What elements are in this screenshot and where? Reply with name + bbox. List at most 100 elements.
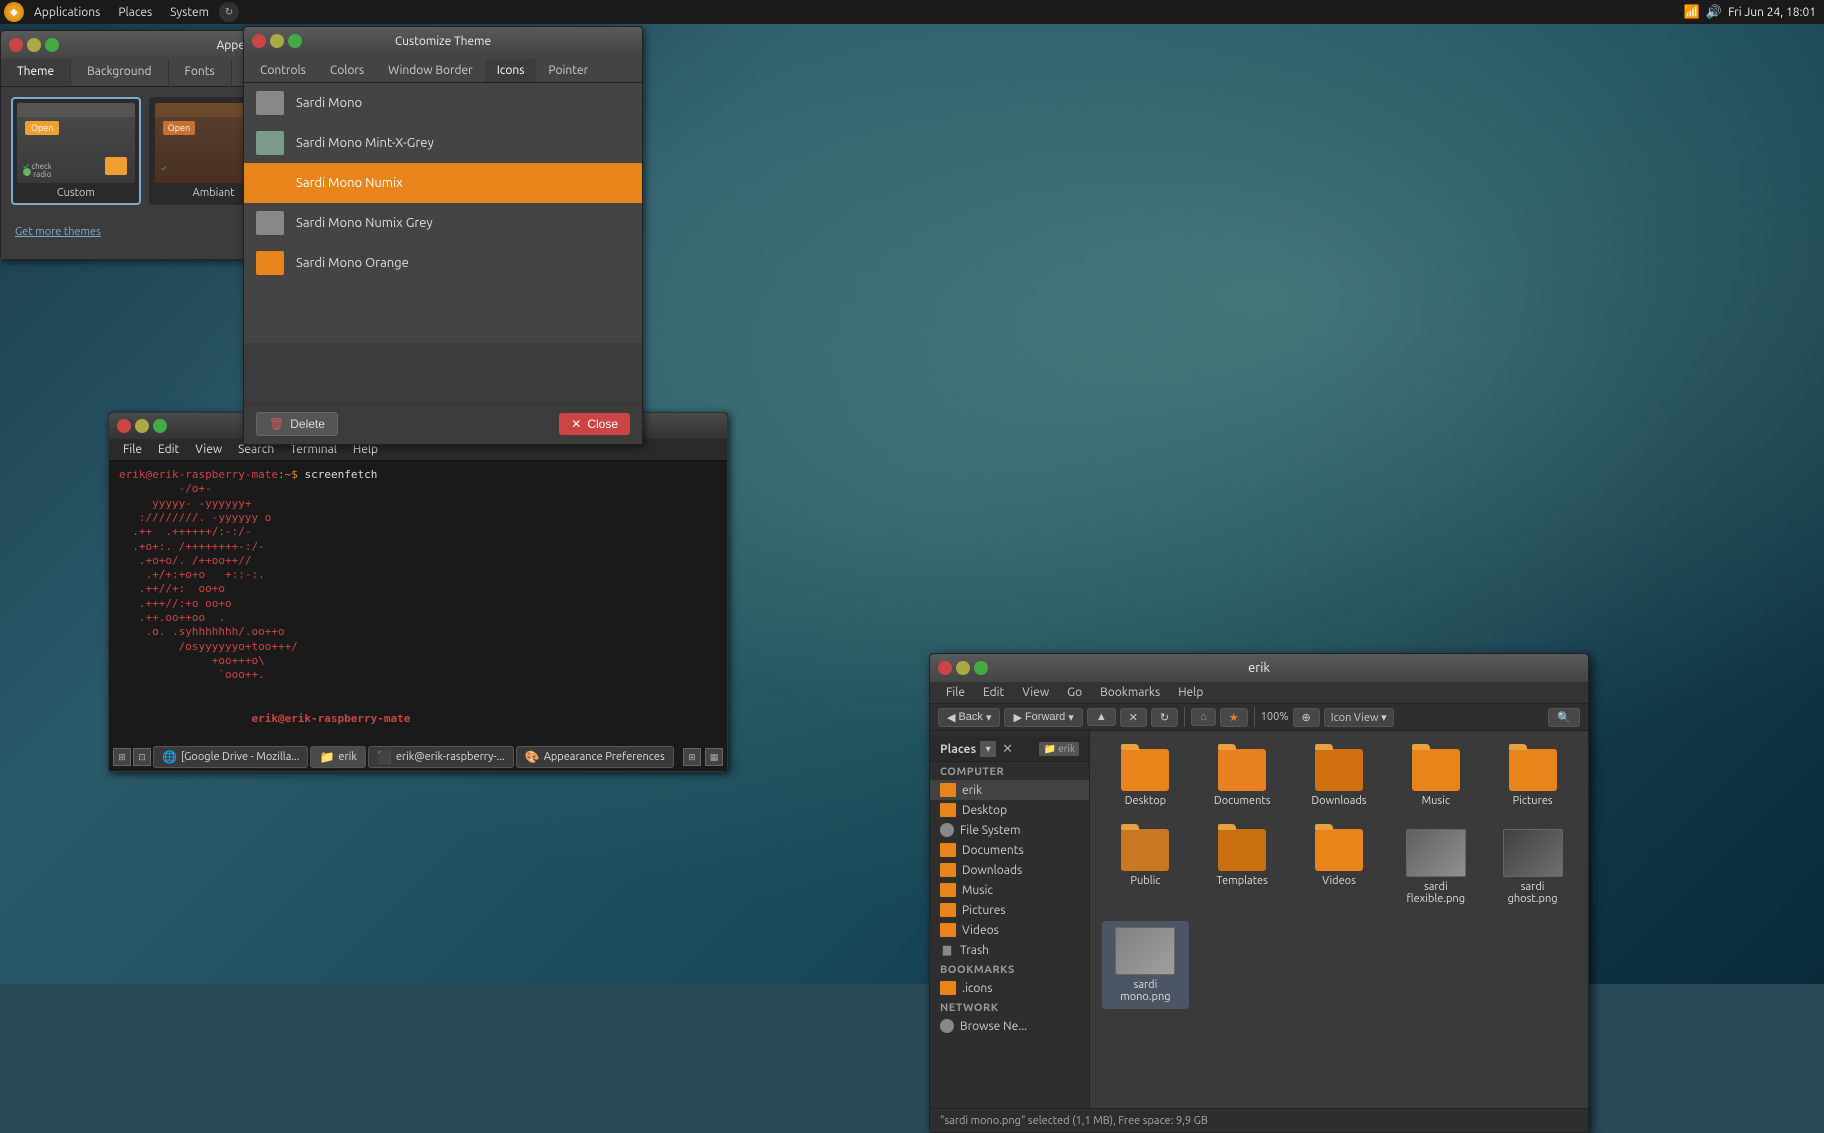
fm-stop-btn[interactable]: ✕ xyxy=(1120,708,1147,727)
panel-applications[interactable]: Applications xyxy=(26,4,108,21)
icon-theme-item-sardi-mono-numix-grey[interactable]: Sardi Mono Numix Grey xyxy=(244,203,642,243)
taskbar-btn-appearance[interactable]: 🎨 Appearance Preferences xyxy=(516,746,674,768)
terminal-menu-file[interactable]: File xyxy=(117,441,148,458)
fm-window-controls xyxy=(938,661,988,675)
delete-theme-button[interactable]: 🗑 Delete xyxy=(256,412,338,436)
fm-sidebar-item-videos[interactable]: Videos xyxy=(930,920,1089,940)
fm-file-item-documents[interactable]: Documents xyxy=(1199,743,1286,813)
fm-menu-bookmarks[interactable]: Bookmarks xyxy=(1092,684,1168,701)
fm-file-item-sardi-ghost[interactable]: sardi ghost.png xyxy=(1489,823,1576,911)
fm-sidebar-item-trash[interactable]: Trash xyxy=(930,940,1089,960)
layout-icon-2[interactable]: ⊡ xyxy=(133,748,151,766)
fm-places-control: Places ▾ ✕ 📁 erik xyxy=(930,737,1089,762)
customize-max-btn[interactable] xyxy=(288,34,302,48)
tab-theme[interactable]: Theme xyxy=(1,59,71,86)
fm-menu-go[interactable]: Go xyxy=(1059,684,1090,701)
fm-home-btn[interactable]: ⌂ xyxy=(1191,708,1216,726)
customize-tab-controls[interactable]: Controls xyxy=(248,59,318,82)
fm-sidebar-item-desktop[interactable]: Desktop xyxy=(930,800,1089,820)
layout-icon-3[interactable]: ⊞ xyxy=(683,748,701,766)
fm-sidebar-item-downloads[interactable]: Downloads xyxy=(930,860,1089,880)
fm-search-btn[interactable]: 🔍 xyxy=(1548,708,1580,727)
fm-sidebar-item-filesystem[interactable]: File System xyxy=(930,820,1089,840)
fm-bookmark-btn[interactable]: ★ xyxy=(1220,708,1248,727)
icon-theme-label-sardi-mono: Sardi Mono xyxy=(296,96,362,110)
terminal-min-btn[interactable] xyxy=(135,419,149,433)
terminal-close-btn[interactable] xyxy=(117,419,131,433)
fm-forward-btn[interactable]: ▶ Forward ▾ xyxy=(1004,708,1082,727)
fm-statusbar: "sardi mono.png" selected (1,1 MB), Free… xyxy=(930,1108,1588,1132)
appearance-min-btn[interactable] xyxy=(27,38,41,52)
taskbar-btn-firefox[interactable]: 🌐 [Google Drive - Mozilla... xyxy=(153,746,308,768)
terminal-menu-view[interactable]: View xyxy=(189,441,228,458)
fm-sidebar-item-music[interactable]: Music xyxy=(930,880,1089,900)
fm-sidebar-item-network[interactable]: Browse Ne... xyxy=(930,1016,1089,1036)
icon-theme-list[interactable]: Sardi Mono Sardi Mono Mint-X-Grey Sardi … xyxy=(244,83,642,343)
fm-file-item-music[interactable]: Music xyxy=(1392,743,1479,813)
fm-sidebar-item-icons[interactable]: .icons xyxy=(930,978,1089,998)
appearance-max-btn[interactable] xyxy=(45,38,59,52)
customize-tab-colors[interactable]: Colors xyxy=(318,59,376,82)
folder-taskbar-icon: 📁 xyxy=(319,750,334,764)
customize-close-button[interactable]: ✕ Close xyxy=(559,413,630,435)
icon-theme-item-sardi-mono-numix[interactable]: Sardi Mono Numix xyxy=(244,163,642,203)
icon-theme-item-sardi-mono-orange[interactable]: Sardi Mono Orange xyxy=(244,243,642,283)
fm-sidebar-folder-icon-erik xyxy=(940,783,956,797)
panel-spinner-icon: ↻ xyxy=(219,2,239,22)
fm-zoom-btn[interactable]: ⊕ xyxy=(1293,708,1320,727)
fm-file-item-pictures[interactable]: Pictures xyxy=(1489,743,1576,813)
terminal-menu-edit[interactable]: Edit xyxy=(152,441,185,458)
fm-sidebar-item-erik[interactable]: erik xyxy=(930,780,1089,800)
customize-tab-icons[interactable]: Icons xyxy=(485,59,537,82)
fm-refresh-btn[interactable]: ↻ xyxy=(1151,708,1178,727)
fm-menu-file[interactable]: File xyxy=(938,684,973,701)
fm-view-dropdown[interactable]: Icon View ▾ xyxy=(1324,708,1394,727)
fm-back-btn[interactable]: ◀ Back ▾ xyxy=(938,708,1000,727)
fm-menu-help[interactable]: Help xyxy=(1170,684,1211,701)
terminal-content[interactable]: erik@erik-raspberry-mate:~$ screenfetch … xyxy=(109,461,727,771)
fm-current-path-btn[interactable]: 📁 erik xyxy=(1039,742,1079,756)
fm-sidebar-item-pictures[interactable]: Pictures xyxy=(930,900,1089,920)
fm-toolbar-sep xyxy=(1184,707,1185,727)
terminal-max-btn[interactable] xyxy=(153,419,167,433)
taskbar-btn-terminal[interactable]: ⬛ erik@erik-raspberry-... xyxy=(368,746,514,768)
fm-places-close-btn[interactable]: ✕ xyxy=(1002,742,1013,757)
customize-close-btn-wc[interactable] xyxy=(252,34,266,48)
fm-up-btn[interactable]: ▲ xyxy=(1087,708,1116,726)
customize-tab-pointer[interactable]: Pointer xyxy=(536,59,600,82)
firefox-icon: 🌐 xyxy=(162,750,177,764)
customize-min-btn[interactable] xyxy=(270,34,284,48)
bottom-panel: ⊞ ⊡ 🌐 [Google Drive - Mozilla... 📁 erik … xyxy=(109,743,727,771)
layout-icon-4[interactable]: ▦ xyxy=(705,748,723,766)
fm-file-item-public[interactable]: Public xyxy=(1102,823,1189,911)
fm-places-arrow-btn[interactable]: ▾ xyxy=(980,741,996,757)
tab-background[interactable]: Background xyxy=(71,59,168,86)
icon-theme-item-sardi-mono[interactable]: Sardi Mono xyxy=(244,83,642,123)
fm-menu-view[interactable]: View xyxy=(1014,684,1057,701)
customize-tab-window-border[interactable]: Window Border xyxy=(376,59,485,82)
theme-item-custom[interactable]: Open ✓ check · radio Custom xyxy=(11,97,141,205)
get-more-themes-link[interactable]: Get more themes xyxy=(15,226,101,238)
fm-file-item-sardi-mono[interactable]: sardi mono.png xyxy=(1102,921,1189,1009)
fm-file-item-sardi-flexible[interactable]: sardi flexible.png xyxy=(1392,823,1479,911)
taskbar-btn-erik[interactable]: 📁 erik xyxy=(310,746,365,768)
fm-menu-edit[interactable]: Edit xyxy=(975,684,1012,701)
terminal-window-controls xyxy=(117,419,167,433)
tab-fonts[interactable]: Fonts xyxy=(169,59,232,86)
fm-min-btn[interactable] xyxy=(956,661,970,675)
fm-file-item-downloads[interactable]: Downloads xyxy=(1296,743,1383,813)
theme-preview-custom: Open ✓ check · radio xyxy=(17,103,135,183)
icon-theme-item-sardi-mono-mint-grey[interactable]: Sardi Mono Mint-X-Grey xyxy=(244,123,642,163)
fm-file-item-videos[interactable]: Videos xyxy=(1296,823,1383,911)
fm-file-item-templates[interactable]: Templates xyxy=(1199,823,1286,911)
layout-icon-1[interactable]: ⊞ xyxy=(113,748,131,766)
fm-max-btn[interactable] xyxy=(974,661,988,675)
sardi-mono-mint-grey-folder-preview xyxy=(256,131,284,155)
fm-file-item-desktop[interactable]: Desktop xyxy=(1102,743,1189,813)
fm-main-content[interactable]: Desktop Documents Downloads Music xyxy=(1090,731,1588,1108)
appearance-close-btn[interactable] xyxy=(9,38,23,52)
panel-system[interactable]: System xyxy=(162,4,217,21)
fm-sidebar-item-documents[interactable]: Documents xyxy=(930,840,1089,860)
panel-places[interactable]: Places xyxy=(110,4,160,21)
fm-close-btn[interactable] xyxy=(938,661,952,675)
